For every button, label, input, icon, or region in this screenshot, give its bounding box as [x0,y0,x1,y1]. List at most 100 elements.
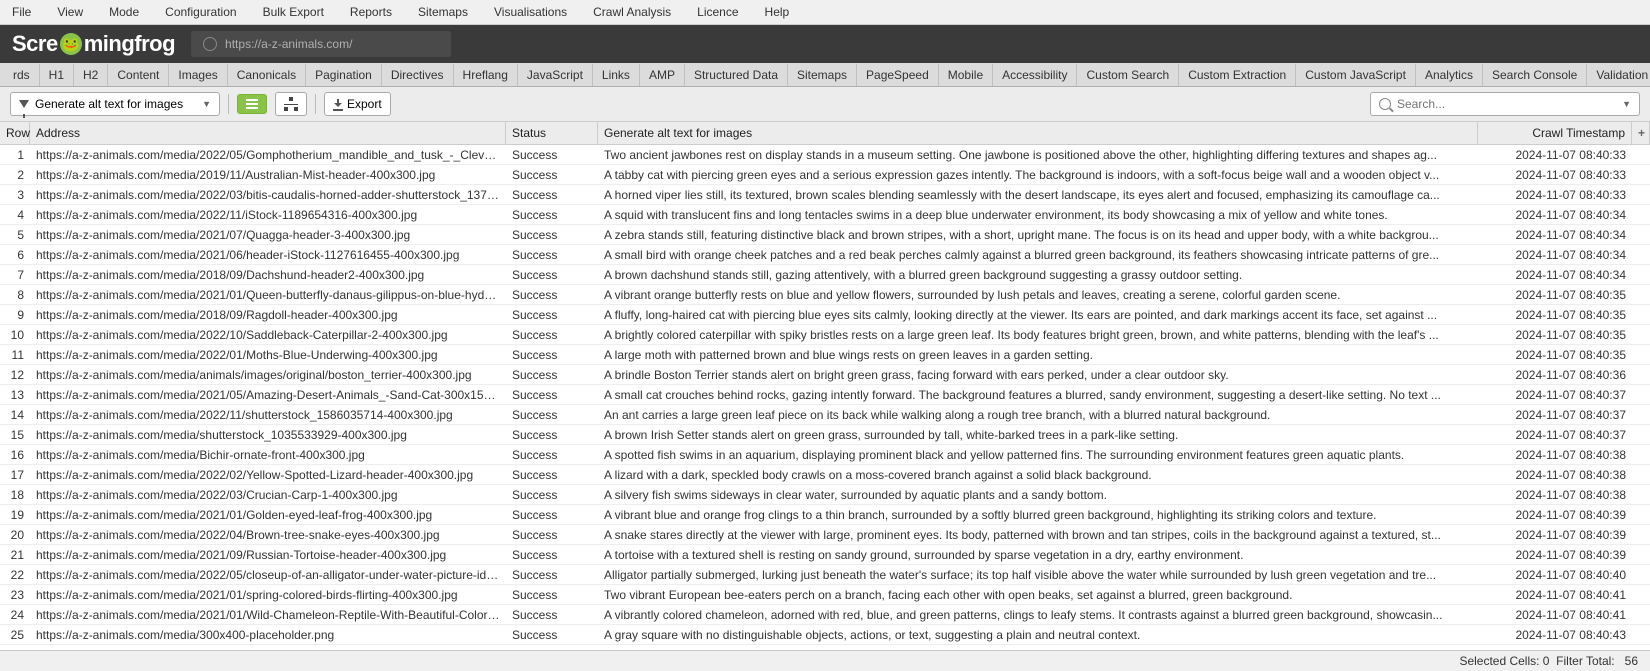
tab-hreflang[interactable]: Hreflang [454,64,518,86]
tab-directives[interactable]: Directives [382,64,454,86]
menu-bar: File View Mode Configuration Bulk Export Repo… [0,0,1650,25]
cell-row-num: 9 [0,306,30,324]
table-row[interactable]: 15https://a-z-animals.com/media/shutters… [0,425,1650,445]
funnel-icon [19,100,29,108]
tab-search-console[interactable]: Search Console [1483,64,1587,86]
tab-h1[interactable]: H1 [40,64,74,86]
table-row[interactable]: 22https://a-z-animals.com/media/2022/05/… [0,565,1650,585]
cell-row-num: 25 [0,626,30,644]
tab-custom-javascript[interactable]: Custom JavaScript [1296,64,1416,86]
table-row[interactable]: 3https://a-z-animals.com/media/2022/03/b… [0,185,1650,205]
table-row[interactable]: 20https://a-z-animals.com/media/2022/04/… [0,525,1650,545]
cell-timestamp: 2024-11-07 08:40:34 [1478,206,1632,224]
table-row[interactable]: 11https://a-z-animals.com/media/2022/01/… [0,345,1650,365]
menu-configuration[interactable]: Configuration [161,3,240,21]
table-row[interactable]: 4https://a-z-animals.com/media/2022/11/i… [0,205,1650,225]
tab-javascript[interactable]: JavaScript [518,64,593,86]
table-row[interactable]: 13https://a-z-animals.com/media/2021/05/… [0,385,1650,405]
table-row[interactable]: 21https://a-z-animals.com/media/2021/09/… [0,545,1650,565]
table-row[interactable]: 10https://a-z-animals.com/media/2022/10/… [0,325,1650,345]
table-row[interactable]: 9https://a-z-animals.com/media/2018/09/R… [0,305,1650,325]
menu-crawl-analysis[interactable]: Crawl Analysis [589,3,675,21]
tab-pagespeed[interactable]: PageSpeed [857,64,939,86]
table-row[interactable]: 14https://a-z-animals.com/media/2022/11/… [0,405,1650,425]
table-row[interactable]: 8https://a-z-animals.com/media/2021/01/Q… [0,285,1650,305]
tab-structured-data[interactable]: Structured Data [685,64,788,86]
cell-timestamp: 2024-11-07 08:40:37 [1478,426,1632,444]
header-timestamp[interactable]: Crawl Timestamp [1478,122,1632,144]
header-status[interactable]: Status [506,122,598,144]
tab-custom-extraction[interactable]: Custom Extraction [1179,64,1296,86]
table-row[interactable]: 17https://a-z-animals.com/media/2022/02/… [0,465,1650,485]
cell-row-num: 24 [0,606,30,624]
cell-timestamp: 2024-11-07 08:40:39 [1478,506,1632,524]
cell-address: https://a-z-animals.com/media/2021/01/Go… [30,506,506,524]
tab-mobile[interactable]: Mobile [939,64,993,86]
table-row[interactable]: 23https://a-z-animals.com/media/2021/01/… [0,585,1650,605]
cell-alt-text: A vibrant blue and orange frog clings to… [598,506,1478,524]
tab-links[interactable]: Links [593,64,640,86]
cell-alt-text: A horned viper lies still, its textured,… [598,186,1478,204]
tab-content[interactable]: Content [108,64,169,86]
table-row[interactable]: 24https://a-z-animals.com/media/2021/01/… [0,605,1650,625]
menu-visualisations[interactable]: Visualisations [490,3,571,21]
tab-analytics[interactable]: Analytics [1416,64,1483,86]
menu-file[interactable]: File [8,3,35,21]
cell-address: https://a-z-animals.com/media/animals/im… [30,366,506,384]
tab-images[interactable]: Images [169,64,227,86]
cell-row-num: 1 [0,146,30,164]
chevron-down-icon[interactable]: ▼ [1622,99,1631,109]
menu-bulk-export[interactable]: Bulk Export [259,3,328,21]
tab-pagination[interactable]: Pagination [306,64,382,86]
cell-timestamp: 2024-11-07 08:40:36 [1478,366,1632,384]
menu-view[interactable]: View [53,3,87,21]
tab-canonicals[interactable]: Canonicals [228,64,306,86]
cell-row-num: 13 [0,386,30,404]
table-row[interactable]: 1https://a-z-animals.com/media/2022/05/G… [0,145,1650,165]
menu-mode[interactable]: Mode [105,3,143,21]
table-row[interactable]: 5https://a-z-animals.com/media/2021/07/Q… [0,225,1650,245]
app-logo: Scre 🐸 mingfrog [12,31,175,57]
export-button[interactable]: Export [324,92,391,116]
cell-timestamp: 2024-11-07 08:40:38 [1478,466,1632,484]
tab-custom-search[interactable]: Custom Search [1077,64,1179,86]
menu-help[interactable]: Help [761,3,794,21]
tab-amp[interactable]: AMP [640,64,685,86]
search-input[interactable] [1397,97,1616,111]
cell-alt-text: A small bird with orange cheek patches a… [598,246,1478,264]
add-column-button[interactable]: + [1632,122,1650,144]
table-row[interactable]: 12https://a-z-animals.com/media/animals/… [0,365,1650,385]
header-address[interactable]: Address [30,122,506,144]
table-row[interactable]: 18https://a-z-animals.com/media/2022/03/… [0,485,1650,505]
cell-timestamp: 2024-11-07 08:40:35 [1478,326,1632,344]
table-row[interactable]: 2https://a-z-animals.com/media/2019/11/A… [0,165,1650,185]
tab-accessibility[interactable]: Accessibility [993,64,1077,86]
cell-status: Success [506,286,598,304]
grid-body: 1https://a-z-animals.com/media/2022/05/G… [0,145,1650,645]
filter-dropdown[interactable]: Generate alt text for images ▼ [10,92,220,116]
list-view-button[interactable] [237,94,267,114]
cell-alt-text: A brightly colored caterpillar with spik… [598,326,1478,344]
tree-view-button[interactable] [275,92,307,116]
table-row[interactable]: 7https://a-z-animals.com/media/2018/09/D… [0,265,1650,285]
cell-timestamp: 2024-11-07 08:40:35 [1478,306,1632,324]
header-row[interactable]: Row [0,122,30,144]
cell-address: https://a-z-animals.com/media/2022/01/Mo… [30,346,506,364]
tab-validation[interactable]: Validation [1587,64,1650,86]
menu-licence[interactable]: Licence [693,3,742,21]
table-row[interactable]: 25https://a-z-animals.com/media/300x400-… [0,625,1650,645]
cell-address: https://a-z-animals.com/media/2021/05/Am… [30,386,506,404]
table-row[interactable]: 6https://a-z-animals.com/media/2021/06/h… [0,245,1650,265]
search-box[interactable]: ▼ [1370,92,1640,116]
table-row[interactable]: 16https://a-z-animals.com/media/Bichir-o… [0,445,1650,465]
tab-sitemaps[interactable]: Sitemaps [788,64,857,86]
menu-sitemaps[interactable]: Sitemaps [414,3,472,21]
tab-h2[interactable]: H2 [74,64,108,86]
cell-alt-text: A zebra stands still, featuring distinct… [598,226,1478,244]
tab-rds[interactable]: rds [4,64,40,86]
header-alt-text[interactable]: Generate alt text for images [598,122,1478,144]
url-input[interactable]: https://a-z-animals.com/ [191,31,451,57]
table-row[interactable]: 19https://a-z-animals.com/media/2021/01/… [0,505,1650,525]
menu-reports[interactable]: Reports [346,3,396,21]
cell-timestamp: 2024-11-07 08:40:40 [1478,566,1632,584]
